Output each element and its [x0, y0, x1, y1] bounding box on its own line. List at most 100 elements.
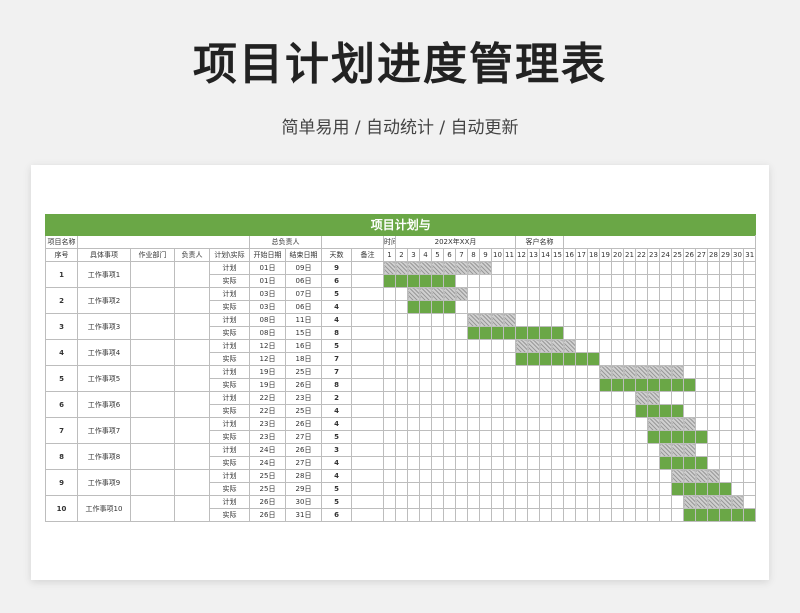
gantt-cell: [575, 326, 588, 340]
task-person[interactable]: [174, 339, 210, 366]
task-dept[interactable]: [130, 313, 175, 340]
task-person[interactable]: [174, 287, 210, 314]
spreadsheet-card: 项目计划与 项目名称 总负责人 时间 202X年XX月 客户名称 序号 具体事项…: [31, 165, 769, 580]
task-note[interactable]: [351, 287, 384, 301]
gantt-cell: [719, 430, 732, 444]
gantt-cell: [695, 261, 708, 275]
task-note[interactable]: [351, 274, 384, 288]
task-note[interactable]: [351, 443, 384, 457]
task-note[interactable]: [351, 261, 384, 275]
task-note[interactable]: [351, 339, 384, 353]
column-header-row: 序号 具体事项 作业部门 负责人 计划\实际 开始日期 结束日期 天数 备注 1…: [45, 248, 757, 262]
task-person[interactable]: [174, 313, 210, 340]
task-note[interactable]: [351, 300, 384, 314]
gantt-cell: [515, 495, 528, 509]
gantt-cell: [455, 300, 468, 314]
gantt-cell: [395, 352, 408, 366]
gantt-cell: [623, 469, 636, 483]
task-note[interactable]: [351, 495, 384, 509]
task-note[interactable]: [351, 365, 384, 379]
gantt-bar-actual: [599, 378, 612, 392]
task-note[interactable]: [351, 391, 384, 405]
day-header-25: 25: [671, 248, 684, 262]
gantt-cell: [407, 391, 420, 405]
gantt-cell: [455, 352, 468, 366]
task-dept[interactable]: [130, 417, 175, 444]
task-end: 06日: [285, 274, 322, 288]
gantt-bar-plan: [455, 287, 468, 301]
gantt-bar-plan: [479, 261, 492, 275]
task-note[interactable]: [351, 482, 384, 496]
gantt-cell: [671, 274, 684, 288]
task-dept[interactable]: [130, 469, 175, 496]
task-dept[interactable]: [130, 443, 175, 470]
gantt-cell: [575, 469, 588, 483]
gantt-cell: [551, 482, 564, 496]
task-note[interactable]: [351, 430, 384, 444]
task-person[interactable]: [174, 469, 210, 496]
gantt-cell: [419, 326, 432, 340]
gantt-bar-actual: [683, 378, 696, 392]
time-value[interactable]: 202X年XX月: [395, 235, 516, 249]
task-days: 7: [321, 352, 352, 366]
project-name-value[interactable]: [77, 235, 250, 249]
gantt-cell: [527, 508, 540, 522]
task-person[interactable]: [174, 391, 210, 418]
task-person[interactable]: [174, 495, 210, 522]
task-dept[interactable]: [130, 287, 175, 314]
gantt-cell: [431, 482, 444, 496]
task-note[interactable]: [351, 326, 384, 340]
gantt-cell: [383, 456, 396, 470]
gantt-cell: [527, 261, 540, 275]
task-dept[interactable]: [130, 495, 175, 522]
gantt-cell: [419, 469, 432, 483]
day-header-26: 26: [683, 248, 696, 262]
day-header-14: 14: [539, 248, 552, 262]
gantt-cell: [539, 495, 552, 509]
gantt-bar-actual: [671, 378, 684, 392]
gantt-cell: [551, 313, 564, 327]
gantt-cell: [599, 495, 612, 509]
gantt-cell: [742, 378, 757, 392]
gantt-cell: [611, 261, 624, 275]
gantt-cell: [431, 326, 444, 340]
task-note[interactable]: [351, 469, 384, 483]
gantt-cell: [575, 417, 588, 431]
task-note[interactable]: [351, 352, 384, 366]
task-note[interactable]: [351, 378, 384, 392]
task-days: 5: [321, 430, 352, 444]
task-note[interactable]: [351, 313, 384, 327]
task-no: 5: [45, 365, 78, 392]
gantt-bar-actual: [671, 482, 684, 496]
task-person[interactable]: [174, 417, 210, 444]
task-dept[interactable]: [130, 391, 175, 418]
gantt-bar-actual: [647, 430, 660, 444]
gantt-cell: [527, 274, 540, 288]
task-person[interactable]: [174, 365, 210, 392]
gantt-bar-actual: [527, 352, 540, 366]
gantt-cell: [419, 508, 432, 522]
task-note[interactable]: [351, 404, 384, 418]
task-dept[interactable]: [130, 261, 175, 288]
gantt-cell: [647, 456, 660, 470]
gantt-cell: [503, 300, 516, 314]
task-no: 10: [45, 495, 78, 522]
task-dept[interactable]: [130, 365, 175, 392]
task-person[interactable]: [174, 443, 210, 470]
task-note[interactable]: [351, 508, 384, 522]
task-person[interactable]: [174, 261, 210, 288]
task-note[interactable]: [351, 456, 384, 470]
gantt-cell: [587, 378, 600, 392]
task-name: 工作事项4: [77, 339, 131, 366]
gantt-cell: [527, 443, 540, 457]
gantt-cell: [479, 404, 492, 418]
gantt-cell: [491, 352, 504, 366]
client-value[interactable]: [562, 235, 757, 249]
task-note[interactable]: [351, 417, 384, 431]
task-dept[interactable]: [130, 339, 175, 366]
gantt-cell: [647, 495, 660, 509]
owner-value[interactable]: [321, 235, 384, 249]
gantt-cell: [551, 378, 564, 392]
gantt-bar-actual: [683, 430, 696, 444]
task-plan-row: 2 工作事项2 计划 03日 07日 5: [45, 287, 757, 314]
